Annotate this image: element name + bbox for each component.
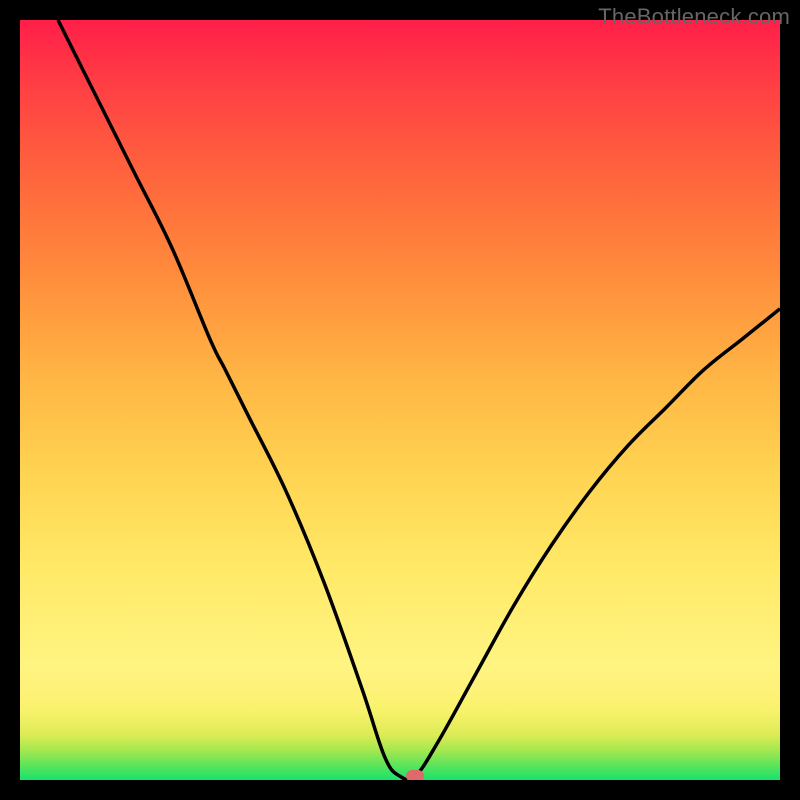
plot-area [20, 20, 780, 780]
chart-frame: TheBottleneck.com [0, 0, 800, 800]
watermark-text: TheBottleneck.com [598, 4, 790, 30]
optimum-marker [406, 770, 424, 780]
curve-path [58, 20, 780, 780]
bottleneck-curve [20, 20, 780, 780]
